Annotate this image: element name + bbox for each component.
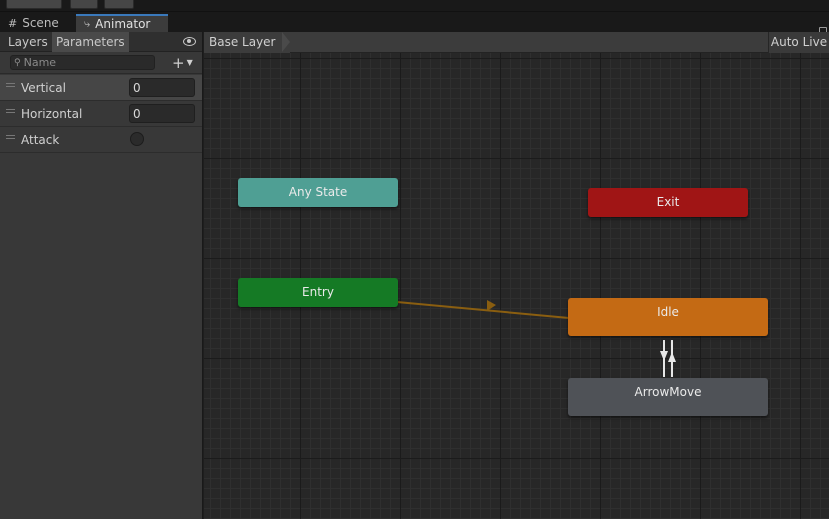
transition-arrow-icon [487, 300, 496, 311]
drag-handle-icon[interactable] [6, 83, 15, 87]
parameter-value-field[interactable] [129, 104, 195, 123]
breadcrumb-base-layer[interactable]: Base Layer [204, 32, 290, 53]
search-icon: ⚲ [14, 57, 21, 68]
tab-scene[interactable]: # Scene [0, 14, 72, 32]
eye-icon[interactable] [183, 37, 196, 46]
transition-arrow-down-icon [660, 351, 668, 361]
auto-live-button[interactable]: Auto Live [768, 32, 829, 53]
parameter-row-vertical[interactable]: Vertical [0, 75, 202, 101]
tab-animator[interactable]: ⤷ Animator [76, 14, 168, 32]
plus-icon: + [172, 53, 185, 72]
transition-links [396, 300, 676, 377]
trigger-toggle[interactable] [130, 132, 144, 146]
graph-header-bar: Base Layer Auto Live [204, 32, 829, 53]
transition-arrow-up-icon [668, 352, 676, 362]
window-tab-strip: # Scene ⤷ Animator [0, 12, 829, 37]
tab-scene-label: Scene [22, 16, 59, 30]
top-toolbar [0, 0, 829, 12]
state-label: Exit [656, 195, 680, 209]
parameter-row-attack[interactable]: Attack [0, 127, 202, 153]
grid-icon: # [8, 16, 18, 30]
tab-animator-label: Animator [95, 17, 151, 31]
state-arrowmove[interactable]: ArrowMove [568, 378, 768, 416]
panel-tab-bar: Layers Parameters [0, 32, 202, 52]
parameter-name: Vertical [21, 81, 66, 95]
entry-to-idle-transition[interactable] [396, 301, 570, 319]
animator-icon: ⤷ [84, 17, 91, 30]
state-idle[interactable]: Idle [568, 298, 768, 336]
state-label: Entry [302, 285, 334, 299]
parameter-name: Horizontal [21, 107, 83, 121]
state-exit[interactable]: Exit [588, 188, 748, 217]
state-label: ArrowMove [634, 385, 702, 399]
add-parameter-button[interactable]: + ▼ [172, 54, 200, 71]
state-label: Any State [288, 185, 348, 199]
state-any-state[interactable]: Any State [238, 178, 398, 207]
parameters-panel: Layers Parameters ⚲ +▼ Vertical Horizont… [0, 32, 203, 519]
search-field[interactable]: ⚲ [10, 55, 155, 70]
search-input[interactable] [23, 56, 144, 69]
parameter-value-field[interactable] [129, 78, 195, 97]
drag-handle-icon[interactable] [6, 135, 15, 139]
state-label: Idle [657, 305, 679, 319]
collab-button[interactable] [104, 0, 134, 9]
state-entry[interactable]: Entry [238, 278, 398, 307]
animator-graph-canvas[interactable]: Base Layer Auto Live Any State Entry Exi… [204, 32, 829, 519]
parameter-search-row: ⚲ +▼ [0, 52, 202, 74]
dropdown-arrow-icon: ▼ [186, 57, 193, 67]
parameter-name: Attack [21, 133, 60, 147]
play-controls-button[interactable] [6, 0, 62, 9]
parameter-row-horizontal[interactable]: Horizontal [0, 101, 202, 127]
tab-parameters[interactable]: Parameters [52, 32, 129, 52]
cloud-button[interactable] [70, 0, 98, 9]
tab-layers[interactable]: Layers [4, 32, 52, 52]
drag-handle-icon[interactable] [6, 109, 15, 113]
